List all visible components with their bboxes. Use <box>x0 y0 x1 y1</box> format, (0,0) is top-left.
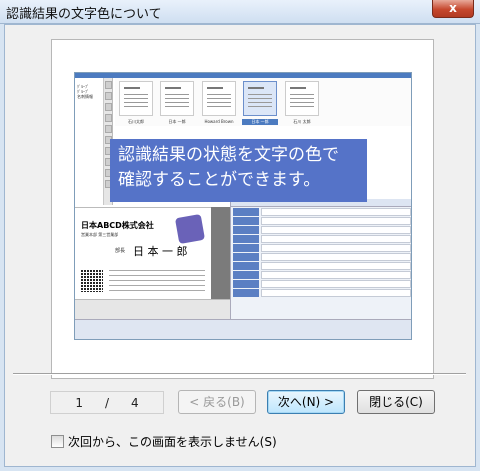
card-title: 部長 <box>115 248 126 254</box>
qr-code-icon <box>81 270 103 292</box>
window-close-button[interactable]: x <box>432 0 474 18</box>
title-bar: 認識結果の文字色について x <box>0 0 480 24</box>
preview-sidebar: ｸﾞﾙｰﾌﾟ ｸﾞﾙｰﾌﾟ 名刺情報 <box>75 78 104 205</box>
total-pages: 4 <box>131 395 139 410</box>
preview-thumbnail <box>160 81 194 116</box>
preview-statusbar <box>75 319 411 339</box>
dialog-body: ｸﾞﾙｰﾌﾟ ｸﾞﾙｰﾌﾟ 名刺情報 石川太郎 日本 一郎 Howard Bro… <box>4 24 476 467</box>
preview-image: ｸﾞﾙｰﾌﾟ ｸﾞﾙｰﾌﾟ 名刺情報 石川太郎 日本 一郎 Howard Bro… <box>74 72 412 340</box>
card-company: 日本ABCD株式会社 <box>81 221 154 230</box>
page-separator: / <box>104 395 110 410</box>
back-button[interactable]: < 戻る(B) <box>178 390 256 414</box>
preview-sidebar-item: 名刺情報 <box>77 94 93 99</box>
preview-business-card: 日本ABCD株式会社 営業本部 第三営業部 部長 日 本 一 郎 <box>75 207 211 299</box>
preview-thumbnail-strip: 石川太郎 日本 一郎 Howard Brown 日本 一郎 石川 太郎 <box>115 78 411 126</box>
next-button[interactable]: 次へ(N) > <box>267 390 345 414</box>
preview-frame: ｸﾞﾙｰﾌﾟ ｸﾞﾙｰﾌﾟ 名刺情報 石川太郎 日本 一郎 Howard Bro… <box>51 39 434 379</box>
card-name: 日 本 一 郎 <box>133 245 188 258</box>
separator-line <box>13 373 466 375</box>
dont-show-again-checkbox[interactable] <box>51 435 64 448</box>
banner-line-2: 確認することができます。 <box>118 170 321 190</box>
banner-line-1: 認識結果の状態を文字の色で <box>118 145 339 165</box>
page-counter: 1 / 4 <box>50 391 164 414</box>
preview-banner: 認識結果の状態を文字の色で 確認することができます。 <box>110 139 367 202</box>
preview-thumbnail <box>202 81 236 116</box>
preview-detail-form <box>230 199 411 319</box>
preview-thumbnail-label: 日本 一郎 <box>242 119 278 125</box>
dont-show-again-option[interactable]: 次回から、この画面を表示しません(S) <box>51 433 277 450</box>
card-logo <box>174 213 206 245</box>
preview-thumbnail-label: 石川太郎 <box>128 119 144 124</box>
dont-show-again-label[interactable]: 次回から、この画面を表示しません(S) <box>68 433 277 450</box>
preview-card-toolbar <box>75 299 230 319</box>
window-title: 認識結果の文字色について <box>6 7 162 22</box>
current-page: 1 <box>75 395 83 410</box>
card-address-lines <box>109 270 205 292</box>
preview-thumbnail-selected <box>243 81 277 116</box>
preview-thumbnail-label: Howard Brown <box>204 119 234 124</box>
preview-thumbnail-label: 日本 一郎 <box>168 119 186 124</box>
card-department: 営業本部 第三営業部 <box>81 232 119 237</box>
preview-divider-panel <box>211 207 230 299</box>
preview-thumbnail-label: 石川 太郎 <box>293 119 311 124</box>
preview-thumbnail <box>119 81 153 116</box>
preview-thumbnail <box>285 81 319 116</box>
close-button[interactable]: 閉じる(C) <box>357 390 435 414</box>
